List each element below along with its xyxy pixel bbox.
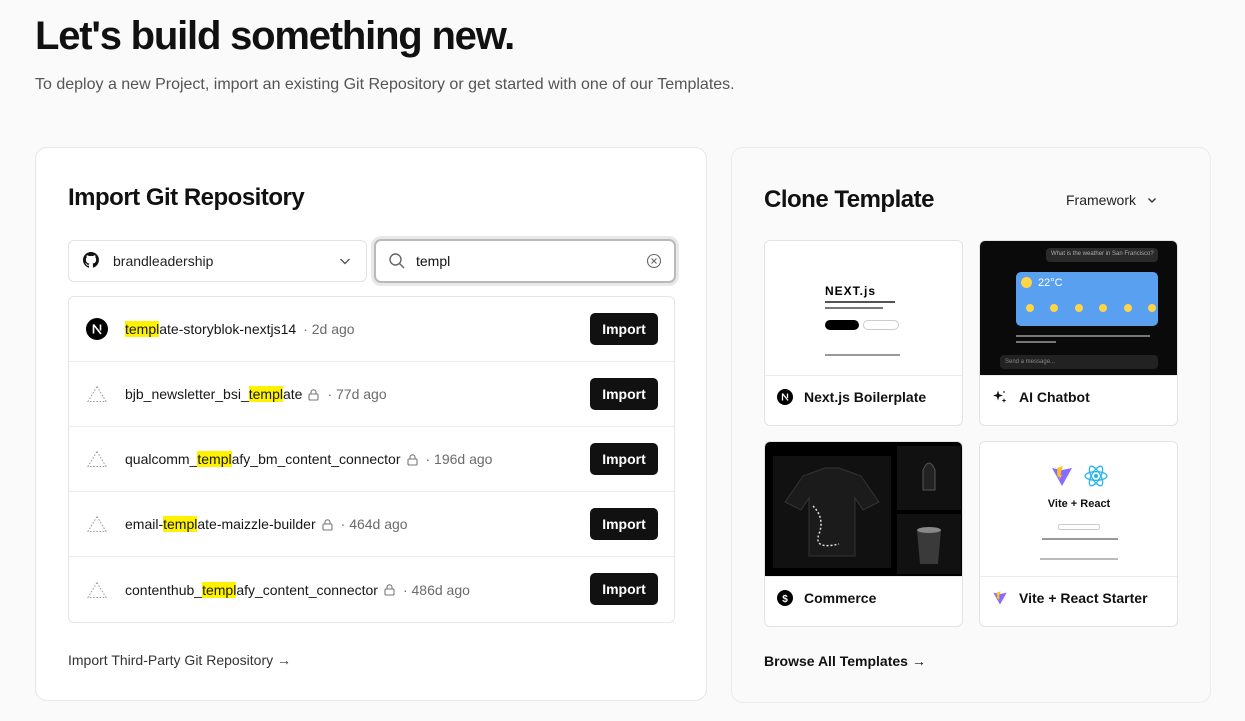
- template-thumbnail: NEXT.js: [765, 241, 962, 376]
- nextjs-icon: [777, 389, 793, 405]
- import-button[interactable]: Import: [590, 443, 658, 475]
- git-account-select[interactable]: brandleadership: [68, 240, 367, 282]
- search-match-highlight: templ: [248, 386, 283, 402]
- nextjs-icon: [85, 317, 109, 341]
- repo-search-box: [374, 239, 676, 283]
- git-account-label: brandleadership: [113, 253, 214, 269]
- sparkles-icon: [992, 389, 1008, 405]
- page-subtitle: To deploy a new Project, import an exist…: [35, 76, 735, 93]
- repo-name: email-template-maizzle-builder: [125, 516, 316, 532]
- repo-name: qualcomm_templafy_bm_content_connector: [125, 451, 401, 467]
- chat-question-bubble: What is the weather in San Francisco?: [1046, 248, 1158, 262]
- template-card-nextjs[interactable]: NEXT.js Next.js Boilerplate: [764, 240, 963, 426]
- bag-image: [922, 462, 936, 491]
- framework-dropdown[interactable]: Framework: [1066, 192, 1158, 208]
- svg-text:$: $: [782, 594, 788, 605]
- tshirt-image: [784, 467, 880, 557]
- framework-label: Framework: [1066, 192, 1137, 208]
- repo-updated: · 486d ago: [402, 581, 470, 598]
- lock-icon: [406, 453, 419, 466]
- template-card-ai-chatbot[interactable]: What is the weather in San Francisco? 22…: [979, 240, 1178, 426]
- search-match-highlight: templ: [125, 321, 160, 337]
- template-name: Next.js Boilerplate: [804, 389, 927, 405]
- repo-row: bjb_newsletter_bsi_template · 77d ago Impo…: [69, 362, 674, 427]
- clone-template-card: Clone Template Framework NEXT.js Next.js…: [731, 147, 1211, 703]
- repo-list: template-storyblok-nextjs14 · 2d ago Impor…: [68, 296, 675, 623]
- import-button[interactable]: Import: [590, 508, 658, 540]
- template-name: AI Chatbot: [1019, 389, 1090, 405]
- vite-logo-icon: [1050, 464, 1074, 493]
- repo-name: bjb_newsletter_bsi_template: [125, 386, 303, 402]
- triangle-icon: [85, 512, 109, 536]
- repo-updated: · 2d ago: [303, 321, 355, 337]
- chevron-down-icon: [338, 254, 352, 268]
- repo-search-input[interactable]: [416, 253, 646, 269]
- template-name: Vite + React Starter: [1019, 590, 1148, 606]
- repo-row: contenthub_templafy_content_connector · 4…: [69, 557, 674, 622]
- triangle-icon: [85, 447, 109, 471]
- triangle-icon: [85, 382, 109, 406]
- import-git-title: Import Git Repository: [68, 184, 305, 211]
- next-logo: NEXT.js: [825, 284, 877, 298]
- clear-search-icon[interactable]: [646, 253, 662, 269]
- dollar-icon: $: [777, 590, 793, 606]
- import-git-card: Import Git Repository brandleadership te…: [35, 147, 707, 701]
- import-button[interactable]: Import: [590, 573, 658, 605]
- chat-temperature: 22°C: [1038, 277, 1063, 289]
- cup-image: [917, 527, 941, 564]
- repo-updated: · 77d ago: [327, 386, 387, 402]
- repo-row: template-storyblok-nextjs14 · 2d ago Impor…: [69, 297, 674, 362]
- template-card-commerce[interactable]: $ Commerce: [764, 441, 963, 627]
- repo-row: qualcomm_templafy_bm_content_connector · …: [69, 427, 674, 492]
- template-thumbnail: [765, 442, 962, 577]
- repo-updated: · 464d ago: [340, 516, 408, 532]
- browse-all-templates-link[interactable]: Browse All Templates →: [764, 653, 926, 669]
- vite-react-heading: Vite + React: [1047, 498, 1111, 510]
- template-thumbnail: Vite + React: [980, 442, 1177, 577]
- search-match-highlight: templ: [163, 516, 198, 532]
- import-third-party-link[interactable]: Import Third-Party Git Repository →: [68, 652, 291, 668]
- template-thumbnail: What is the weather in San Francisco? 22…: [980, 241, 1177, 376]
- repo-updated: · 196d ago: [425, 451, 493, 467]
- search-match-highlight: templ: [202, 581, 237, 598]
- import-button[interactable]: Import: [590, 313, 658, 345]
- import-button[interactable]: Import: [590, 378, 658, 410]
- page-title: Let's build something new.: [35, 14, 515, 58]
- template-card-vite-react[interactable]: Vite + React Vite + React Starter: [979, 441, 1178, 627]
- react-logo-icon: [1083, 463, 1109, 494]
- repo-name: contenthub_templafy_content_connector: [125, 581, 378, 598]
- vite-icon: [992, 590, 1008, 606]
- search-icon: [388, 252, 406, 270]
- lock-icon: [307, 388, 320, 401]
- search-match-highlight: templ: [197, 451, 232, 467]
- template-name: Commerce: [804, 590, 877, 606]
- github-icon: [83, 252, 101, 270]
- clone-template-title: Clone Template: [764, 186, 934, 213]
- chat-message-input: Send a message...: [1000, 355, 1158, 369]
- repo-row: email-template-maizzle-builder · 464d ago…: [69, 492, 674, 557]
- lock-icon: [321, 518, 334, 531]
- chevron-down-icon: [1146, 194, 1158, 206]
- triangle-icon: [85, 578, 109, 602]
- lock-icon: [383, 583, 396, 596]
- repo-name: template-storyblok-nextjs14: [125, 321, 297, 337]
